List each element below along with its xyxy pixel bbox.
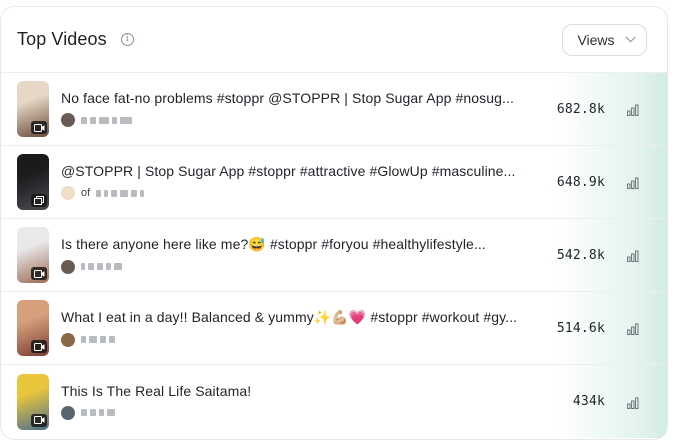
video-info: @STOPPR | Stop Sugar App #stoppr #attrac… — [61, 163, 531, 201]
video-camera-icon — [31, 121, 47, 134]
video-title[interactable]: No face fat-no problems #stoppr @STOPPR … — [61, 90, 531, 106]
video-info: No face fat-no problems #stoppr @STOPPR … — [61, 90, 531, 128]
video-camera-icon — [31, 267, 47, 280]
video-row[interactable]: This Is The Real Life Saitama! 434k — [1, 365, 667, 438]
video-camera-icon — [31, 340, 47, 353]
video-list: No face fat-no problems #stoppr @STOPPR … — [1, 73, 667, 438]
title-group: Top Videos i — [17, 29, 134, 50]
redacted-username — [81, 263, 122, 270]
video-title[interactable]: What I eat in a day!! Balanced & yummy✨💪… — [61, 309, 531, 326]
view-count: 542.8k — [556, 247, 605, 263]
bar-chart-icon[interactable] — [627, 396, 639, 409]
video-thumbnail[interactable] — [17, 227, 49, 283]
video-thumbnail[interactable] — [17, 373, 49, 430]
top-videos-card: Top Videos i Views No face fat-no proble… — [0, 6, 668, 440]
avatar — [61, 113, 75, 127]
video-row[interactable]: No face fat-no problems #stoppr @STOPPR … — [1, 73, 667, 146]
carousel-icon — [31, 194, 47, 207]
video-thumbnail[interactable] — [17, 300, 49, 356]
redacted-username — [81, 336, 115, 343]
sort-dropdown[interactable]: Views — [562, 23, 647, 56]
redacted-username — [96, 189, 145, 197]
avatar — [61, 332, 75, 347]
view-count: 514.6k — [556, 320, 605, 336]
card-title: Top Videos — [17, 29, 107, 49]
redacted-username — [81, 409, 115, 416]
video-title[interactable]: This Is The Real Life Saitama! — [61, 383, 531, 399]
video-row[interactable]: Is there anyone here like me?😅 #stoppr #… — [1, 219, 667, 292]
bar-chart-icon[interactable] — [627, 322, 639, 335]
video-author — [61, 405, 531, 421]
view-count: 648.9k — [556, 174, 605, 190]
video-author — [61, 259, 531, 275]
bar-chart-icon[interactable] — [627, 103, 639, 116]
video-row[interactable]: What I eat in a day!! Balanced & yummy✨💪… — [1, 292, 667, 365]
sort-dropdown-label: Views — [577, 31, 615, 48]
chevron-down-icon — [625, 32, 636, 43]
author-name-prefix: of — [81, 187, 91, 199]
card-header: Top Videos i Views — [1, 7, 667, 73]
video-row[interactable]: @STOPPR | Stop Sugar App #stoppr #attrac… — [1, 146, 667, 219]
bar-chart-icon[interactable] — [627, 249, 639, 262]
info-circle-icon[interactable]: i — [120, 33, 134, 46]
video-author — [61, 112, 531, 128]
redacted-username — [81, 116, 132, 124]
video-thumbnail[interactable] — [17, 154, 49, 210]
video-info: Is there anyone here like me?😅 #stoppr #… — [61, 236, 531, 275]
avatar — [61, 186, 75, 200]
video-info: What I eat in a day!! Balanced & yummy✨💪… — [61, 309, 531, 348]
video-author: of — [61, 185, 531, 201]
view-count: 434k — [572, 394, 605, 409]
view-count: 682.8k — [556, 101, 605, 117]
video-title[interactable]: @STOPPR | Stop Sugar App #stoppr #attrac… — [61, 163, 531, 179]
avatar — [61, 259, 75, 274]
video-camera-icon — [31, 413, 47, 427]
video-info: This Is The Real Life Saitama! — [61, 383, 531, 421]
avatar — [61, 405, 75, 420]
video-title[interactable]: Is there anyone here like me?😅 #stoppr #… — [61, 236, 531, 253]
video-thumbnail[interactable] — [17, 81, 49, 137]
video-author — [61, 332, 531, 348]
bar-chart-icon[interactable] — [627, 176, 639, 189]
